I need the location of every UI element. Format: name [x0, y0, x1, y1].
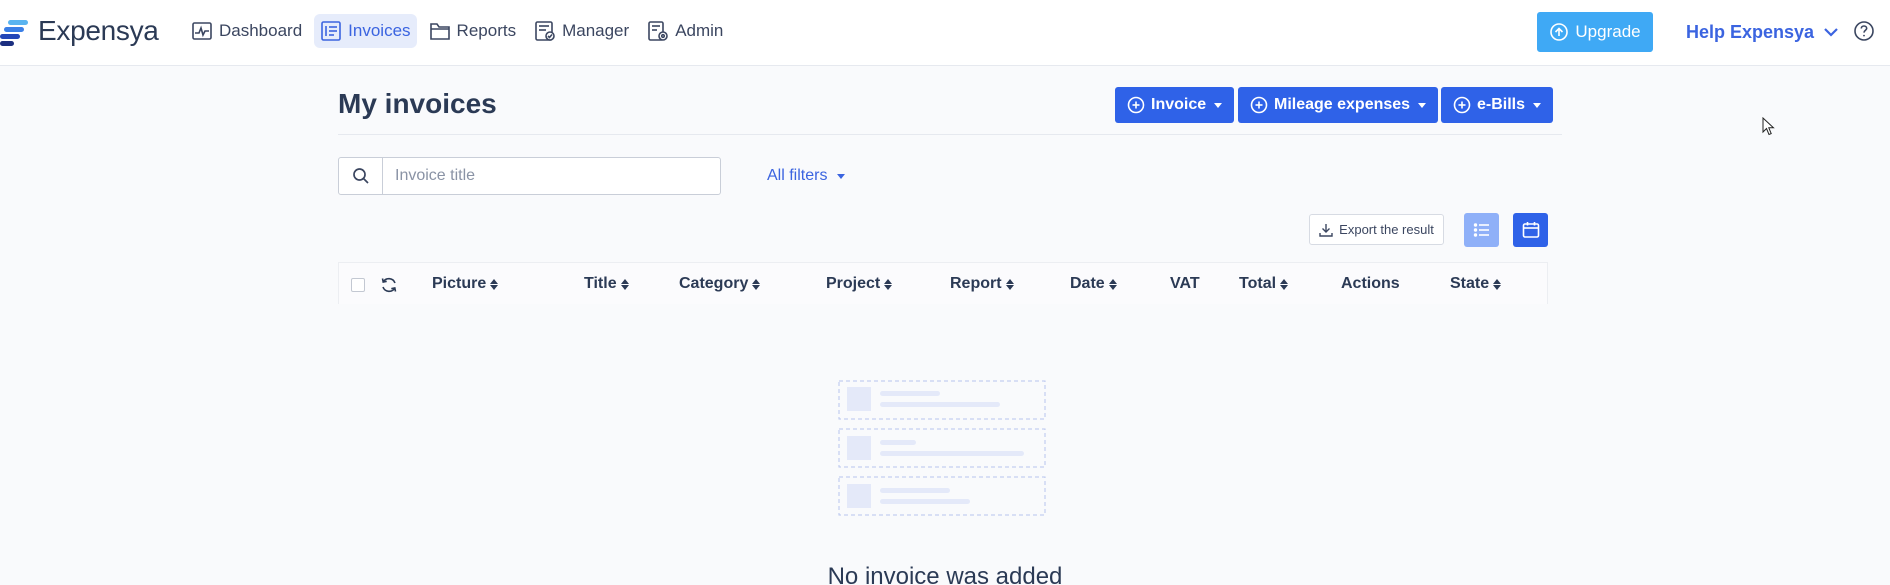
question-icon[interactable] [1853, 20, 1875, 42]
nav-item-invoices[interactable]: Invoices [314, 14, 417, 48]
sort-icon [752, 278, 761, 290]
nav-item-admin[interactable]: Admin [641, 14, 729, 48]
folder-icon [429, 23, 450, 40]
header-divider [338, 134, 1562, 135]
sort-icon [1493, 278, 1502, 290]
main-nav: Dashboard Invoices Reports Manager Admin [185, 14, 729, 48]
upgrade-button[interactable]: Upgrade [1537, 12, 1653, 52]
column-label: Total [1239, 275, 1277, 292]
sort-icon [620, 278, 629, 290]
help-menu[interactable]: Help Expensya [1686, 18, 1840, 46]
invoice-icon [321, 21, 341, 41]
caret-down-icon [837, 173, 846, 179]
column-header-state[interactable]: State [1450, 275, 1502, 293]
column-header-title[interactable]: Title [584, 275, 629, 293]
column-label: Report [950, 275, 1002, 292]
column-header-total[interactable]: Total [1239, 275, 1289, 293]
caret-down-icon [1533, 102, 1542, 108]
admin-icon [648, 21, 668, 41]
add-mileage-expenses-label: Mileage expenses [1274, 96, 1411, 113]
invoices-table-header: Picture Title Category Project Report Da… [338, 262, 1548, 304]
app-logo[interactable]: Expensya [0, 14, 159, 48]
sort-icon [1280, 278, 1289, 290]
caret-down-icon [1418, 102, 1427, 108]
empty-list-illustration [838, 380, 1046, 516]
export-button[interactable]: Export the result [1309, 214, 1444, 245]
top-navbar: Expensya Dashboard Invoices Reports Mana… [0, 0, 1890, 66]
column-header-actions: Actions [1341, 275, 1400, 293]
mouse-cursor-icon [1762, 117, 1775, 136]
chevron-down-icon [1824, 28, 1838, 37]
plus-circle-icon [1250, 96, 1268, 114]
column-header-report[interactable]: Report [950, 275, 1014, 293]
help-label: Help Expensya [1686, 21, 1815, 42]
caret-down-icon [1214, 102, 1223, 108]
add-mileage-expenses-button[interactable]: Mileage expenses [1238, 87, 1439, 123]
download-icon [1319, 223, 1333, 237]
nav-label-manager: Manager [562, 21, 630, 40]
expensya-logo-icon [0, 20, 28, 46]
search-box [338, 157, 721, 195]
column-header-picture[interactable]: Picture [432, 275, 499, 293]
app-name: Expensya [38, 15, 159, 46]
column-label: VAT [1170, 275, 1200, 292]
empty-state-message: No invoice was added [827, 563, 1063, 585]
export-label: Export the result [1339, 222, 1434, 237]
all-filters-dropdown[interactable]: All filters [767, 167, 846, 185]
plus-circle-icon [1453, 96, 1471, 114]
nav-label-reports: Reports [456, 21, 517, 40]
sort-icon [1005, 278, 1014, 290]
calendar-view-button[interactable] [1513, 213, 1548, 247]
chart-icon [192, 22, 212, 40]
list-icon [1473, 223, 1489, 237]
upgrade-label: Upgrade [1575, 22, 1641, 41]
add-ebills-button[interactable]: e-Bills [1441, 87, 1554, 123]
nav-item-dashboard[interactable]: Dashboard [185, 14, 308, 48]
add-invoice-label: Invoice [1151, 96, 1207, 113]
search-button[interactable] [339, 158, 383, 194]
column-label: Picture [432, 275, 487, 292]
all-filters-label: All filters [767, 167, 828, 184]
search-icon [352, 168, 369, 184]
sort-icon [1108, 278, 1117, 290]
add-ebills-label: e-Bills [1477, 96, 1526, 113]
arrow-up-circle-icon [1550, 23, 1569, 41]
column-header-date[interactable]: Date [1070, 275, 1117, 293]
nav-item-manager[interactable]: Manager [528, 14, 635, 48]
column-label: State [1450, 275, 1490, 292]
list-view-button[interactable] [1464, 213, 1499, 247]
nav-item-reports[interactable]: Reports [423, 14, 523, 48]
add-invoice-button[interactable]: Invoice [1115, 87, 1235, 123]
select-all-checkbox[interactable] [351, 278, 365, 292]
nav-label-invoices: Invoices [348, 21, 411, 40]
nav-label-dashboard: Dashboard [219, 21, 303, 40]
calendar-icon [1522, 222, 1539, 238]
column-header-category[interactable]: Category [679, 275, 761, 293]
sort-icon [490, 278, 499, 290]
nav-label-admin: Admin [675, 21, 724, 40]
plus-circle-icon [1127, 96, 1145, 114]
manager-icon [535, 21, 555, 41]
column-label: Title [584, 275, 617, 292]
page-title: My invoices [338, 88, 497, 119]
column-label: Actions [1341, 275, 1400, 292]
column-label: Project [826, 275, 881, 292]
search-input[interactable] [383, 158, 720, 194]
column-label: Category [679, 275, 749, 292]
column-header-vat: VAT [1170, 275, 1200, 293]
refresh-icon[interactable] [379, 275, 399, 295]
sort-icon [884, 278, 893, 290]
column-label: Date [1070, 275, 1105, 292]
column-header-project[interactable]: Project [826, 275, 893, 293]
